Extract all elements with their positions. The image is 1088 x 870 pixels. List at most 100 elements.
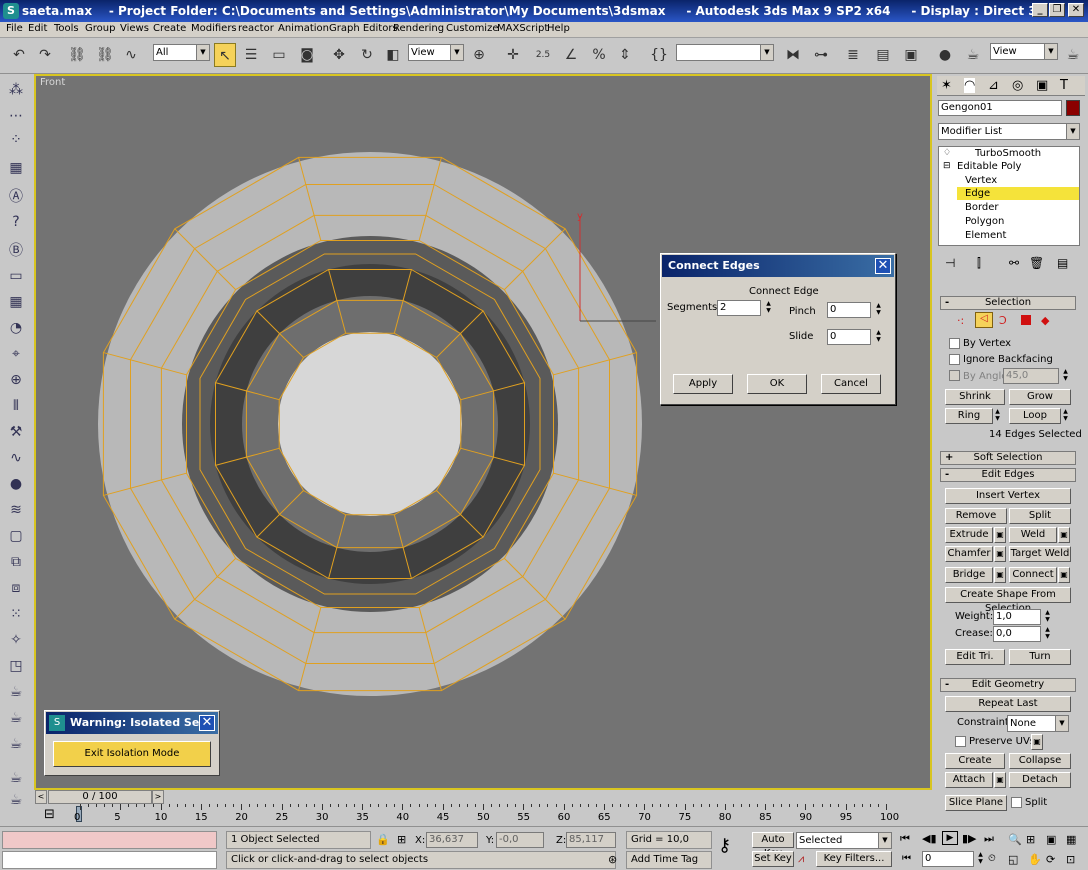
next-frame-icon[interactable]: ▮▶ bbox=[962, 832, 977, 845]
menu-reactor[interactable]: reactor bbox=[238, 23, 274, 34]
isolation-close-icon[interactable]: ✕ bbox=[199, 715, 215, 731]
object-name-field[interactable]: Gengon01 bbox=[938, 100, 1062, 116]
show-end-result-icon[interactable]: ⫿ bbox=[977, 256, 981, 271]
sphere-icon[interactable]: ● bbox=[5, 476, 27, 496]
edit-named-selection-icon[interactable]: {} bbox=[648, 43, 670, 67]
key-mode-toggle-icon[interactable]: ⏮ bbox=[902, 853, 911, 864]
scale-icon[interactable]: ◧ bbox=[382, 43, 404, 67]
lock-icon[interactable]: 🔒 bbox=[376, 833, 390, 846]
crease-input[interactable]: 0,0 bbox=[993, 626, 1041, 642]
layers-icon[interactable]: ≋ bbox=[5, 502, 27, 522]
select-object-icon[interactable]: ↖ bbox=[214, 43, 236, 67]
cube-icon[interactable]: ▢ bbox=[5, 528, 27, 548]
track-bar[interactable]: ⊟ 0 5 10 15 20 25 30 35 40 45 50 55 60 65 70 75 80 85 90 95… bbox=[34, 804, 932, 826]
stack-item-polygon[interactable]: Polygon bbox=[965, 216, 1004, 227]
zoom-all-icon[interactable]: ⊞ bbox=[1026, 833, 1035, 846]
bind-space-warp-icon[interactable]: ∿ bbox=[120, 43, 142, 67]
by-angle-checkbox[interactable] bbox=[949, 370, 960, 381]
connect-settings-icon[interactable]: ▣ bbox=[1058, 567, 1070, 583]
create-tab-icon[interactable]: ✶ bbox=[941, 78, 952, 93]
grow-button[interactable]: Grow bbox=[1009, 389, 1071, 405]
by-angle-input[interactable]: 45,0 bbox=[1003, 368, 1059, 384]
rotate-icon[interactable]: ↻ bbox=[356, 43, 378, 67]
segments-spinner[interactable]: ▲ ▼ bbox=[764, 300, 773, 316]
rectangular-selection-icon[interactable]: ▭ bbox=[268, 43, 290, 67]
stack-item-edge[interactable]: Edge bbox=[965, 188, 990, 199]
weight-spinner[interactable]: ▲ ▼ bbox=[1043, 609, 1052, 625]
menu-create[interactable]: Create bbox=[153, 23, 186, 34]
dialog-close-icon[interactable]: ✕ bbox=[875, 258, 891, 274]
collapse-button[interactable]: Collapse bbox=[1009, 753, 1071, 769]
slide-spinner[interactable]: ▲ ▼ bbox=[874, 329, 883, 345]
selection-rollout-header[interactable]: - Selection bbox=[940, 296, 1076, 310]
zoom-extents-all-icon[interactable]: ▦ bbox=[1066, 833, 1076, 846]
viewport-front[interactable]: Front y bbox=[34, 74, 932, 790]
ring-button[interactable]: Ring bbox=[945, 408, 993, 424]
by-angle-spinner[interactable]: ▲ ▼ bbox=[1061, 368, 1070, 384]
menu-help[interactable]: Help bbox=[547, 23, 570, 34]
weld-button[interactable]: Weld bbox=[1009, 527, 1057, 543]
stack-item-border[interactable]: Border bbox=[965, 202, 999, 213]
by-vertex-checkbox[interactable] bbox=[949, 338, 960, 349]
crosshair-icon[interactable]: ⌖ bbox=[5, 346, 27, 366]
y-coordinate[interactable]: -0,0 bbox=[496, 832, 544, 848]
add-time-tag-button[interactable]: Add Time Tag bbox=[626, 851, 712, 869]
modifier-list-dropdown[interactable]: Modifier List ▼ bbox=[938, 123, 1080, 140]
loop-button[interactable]: Loop bbox=[1009, 408, 1061, 424]
remove-button[interactable]: Remove bbox=[945, 508, 1007, 524]
menu-animation[interactable]: Animation bbox=[278, 23, 329, 34]
maximize-viewport-icon[interactable]: ⊡ bbox=[1066, 853, 1075, 866]
angle-snap-icon[interactable]: ∠ bbox=[560, 43, 582, 67]
ignore-backfacing-checkbox[interactable] bbox=[949, 354, 960, 365]
menu-edit[interactable]: Edit bbox=[28, 23, 47, 34]
help-box-icon[interactable]: ? bbox=[5, 214, 27, 234]
pivot-center-icon[interactable]: ⊕ bbox=[468, 43, 490, 67]
bars-icon[interactable]: ⫴ bbox=[5, 398, 27, 418]
prev-frame-icon[interactable]: < bbox=[35, 790, 47, 804]
gauge-icon[interactable]: ◔ bbox=[5, 320, 27, 340]
link-icon[interactable]: ⛓ bbox=[66, 43, 88, 67]
particle-icon[interactable]: ⁂ bbox=[5, 82, 27, 102]
go-to-start-icon[interactable]: ⏮ bbox=[900, 832, 910, 846]
menu-graph-editors[interactable]: Graph Editors bbox=[329, 23, 398, 34]
split-button[interactable]: Split bbox=[1009, 508, 1071, 524]
green-box-icon[interactable]: ▭ bbox=[5, 268, 27, 288]
edge-mode-icon[interactable]: ◁ bbox=[975, 312, 993, 328]
auto-key-button[interactable]: Auto Key bbox=[752, 832, 794, 859]
soft-selection-rollout-header[interactable]: + Soft Selection bbox=[940, 451, 1076, 465]
time-config-icon[interactable]: ⏲ bbox=[988, 853, 996, 864]
element-mode-icon[interactable]: ◆ bbox=[1041, 314, 1049, 327]
preserve-uvs-settings-icon[interactable]: ▣ bbox=[1031, 734, 1043, 750]
zoom-icon[interactable]: 🔍 bbox=[1008, 833, 1022, 846]
segments-input[interactable]: 2 bbox=[717, 300, 761, 316]
track-view-icon[interactable]: ⊟ bbox=[44, 807, 55, 822]
current-frame-spinner[interactable]: ▲ ▼ bbox=[976, 851, 985, 867]
constraints-dropdown[interactable]: None ▼ bbox=[1007, 715, 1069, 732]
time-slider[interactable]: < 0 / 100 > bbox=[34, 790, 932, 804]
abc-icon[interactable]: Ⓐ bbox=[5, 186, 27, 206]
repeat-last-button[interactable]: Repeat Last bbox=[945, 696, 1071, 712]
object-color-swatch[interactable] bbox=[1066, 100, 1080, 116]
menu-group[interactable]: Group bbox=[85, 23, 115, 34]
weld-settings-icon[interactable]: ▣ bbox=[1058, 527, 1070, 543]
pinch-input[interactable]: 0 bbox=[827, 302, 871, 318]
go-to-end-icon[interactable]: ⏭ bbox=[984, 832, 994, 846]
boxes-icon[interactable]: ⧉ bbox=[5, 554, 27, 574]
target-weld-button[interactable]: Target Weld bbox=[1009, 546, 1071, 562]
maximize-button[interactable]: ❐ bbox=[1049, 3, 1065, 17]
isolation-title-bar[interactable]: Warning: Isolated Sel... bbox=[46, 712, 218, 734]
time-tag-icon[interactable]: ⊛ bbox=[608, 853, 617, 866]
dotted-icon[interactable]: ⋯ bbox=[5, 108, 27, 128]
create-shape-button[interactable]: Create Shape From Selection bbox=[945, 587, 1071, 614]
insert-vertex-button[interactable]: Insert Vertex bbox=[945, 488, 1071, 504]
play-icon[interactable]: ▶ bbox=[942, 831, 958, 845]
undo-icon[interactable]: ↶ bbox=[8, 43, 30, 67]
cubes-icon[interactable]: ⧈ bbox=[5, 580, 27, 600]
dialog-title-bar[interactable]: Connect Edges bbox=[662, 255, 894, 277]
menu-customize[interactable]: Customize bbox=[446, 23, 499, 34]
slide-input[interactable]: 0 bbox=[827, 329, 871, 345]
maxscript-mini[interactable] bbox=[2, 851, 217, 869]
previous-frame-icon[interactable]: ◀▮ bbox=[922, 832, 937, 845]
weight-input[interactable]: 1,0 bbox=[993, 609, 1041, 625]
wand-icon[interactable]: ✧ bbox=[5, 632, 27, 652]
